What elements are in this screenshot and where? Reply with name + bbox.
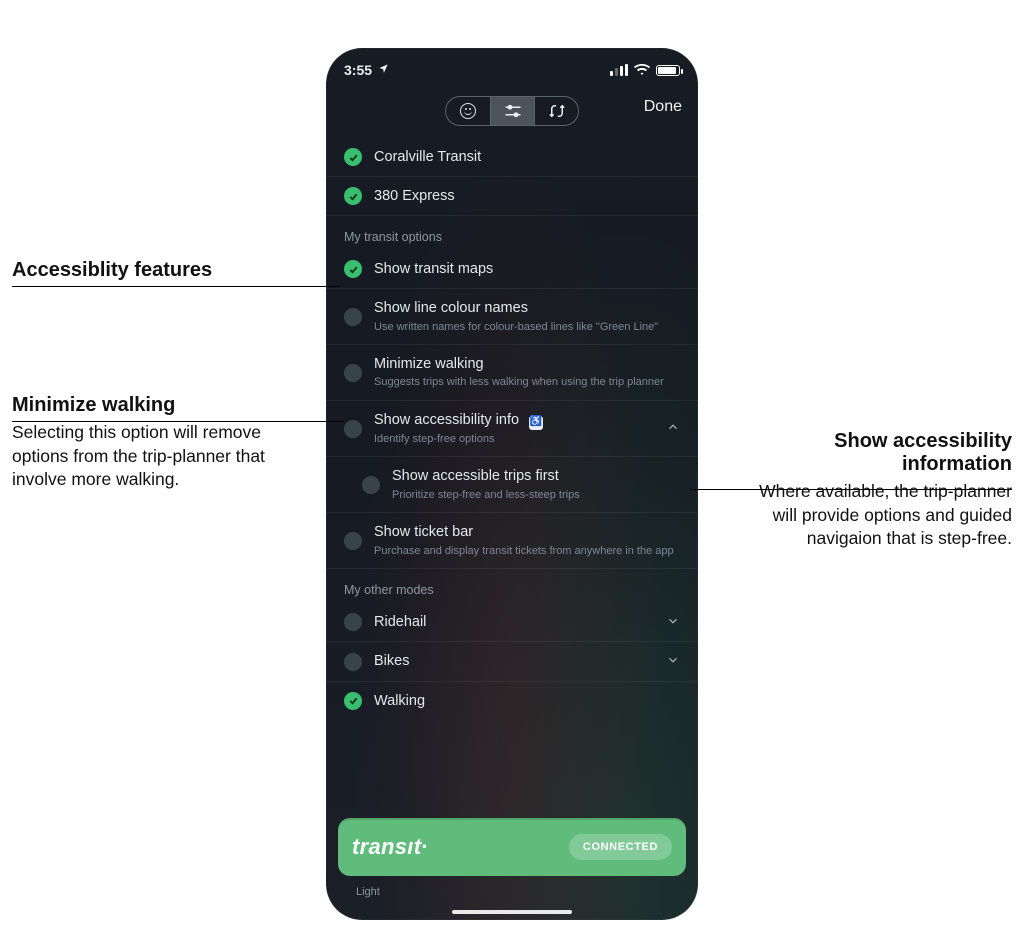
top-row: Done xyxy=(326,92,698,130)
wifi-icon xyxy=(634,64,650,76)
option-title: Show line colour names xyxy=(374,299,658,317)
callout-accessibility-features: Accessiblity features xyxy=(12,259,312,286)
chevron-down-icon[interactable] xyxy=(666,653,680,670)
callout-show-accessibility-info: Show accessibility information Where ava… xyxy=(744,430,1012,551)
brand-text: transıt xyxy=(352,834,421,859)
agency-label: Coralville Transit xyxy=(374,148,481,166)
check-icon xyxy=(344,308,362,326)
option-subtitle: Identify step-free options xyxy=(374,432,543,447)
section-header-other-modes: My other modes xyxy=(326,569,698,603)
option-subtitle: Use written names for colour-based lines… xyxy=(374,320,658,335)
option-title: Show ticket bar xyxy=(374,523,674,541)
check-icon xyxy=(344,420,362,438)
check-icon xyxy=(362,476,380,494)
location-icon xyxy=(378,63,389,77)
phone-frame: 3:55 xyxy=(326,48,698,920)
battery-icon xyxy=(656,65,680,76)
callout-body: Selecting this option will remove option… xyxy=(12,421,312,492)
option-accessible-trips-first[interactable]: Show accessible trips first Prioritize s… xyxy=(326,457,698,513)
seg-tune[interactable] xyxy=(490,97,534,125)
settings-scroll[interactable]: Coralville Transit 380 Express My transi… xyxy=(326,130,698,720)
option-show-accessibility-info[interactable]: Show accessibility info ♿ Identify step-… xyxy=(326,401,698,457)
check-icon xyxy=(344,653,362,671)
callout-minimize-walking: Minimize walking Selecting this option w… xyxy=(12,394,312,492)
option-show-ticket-bar[interactable]: Show ticket bar Purchase and display tra… xyxy=(326,513,698,569)
mood-icon xyxy=(460,103,476,119)
option-subtitle: Suggests trips with less walking when us… xyxy=(374,375,664,390)
under-banner-label: Light xyxy=(356,886,380,898)
agency-label: 380 Express xyxy=(374,187,455,205)
mode-ridehail[interactable]: Ridehail xyxy=(326,603,698,642)
agency-row[interactable]: 380 Express xyxy=(326,177,698,216)
agency-row[interactable]: Coralville Transit xyxy=(326,138,698,177)
check-icon xyxy=(344,532,362,550)
check-icon xyxy=(344,187,362,205)
brand-logo: transıt· xyxy=(352,834,429,860)
signal-icon xyxy=(610,64,628,76)
callout-heading: Minimize walking xyxy=(12,394,312,417)
brand-dot: · xyxy=(421,834,429,859)
done-button[interactable]: Done xyxy=(644,98,682,116)
chevron-down-icon[interactable] xyxy=(666,614,680,631)
chevron-up-icon[interactable] xyxy=(666,420,680,437)
callout-rule xyxy=(690,489,1012,490)
option-title: Show transit maps xyxy=(374,260,493,278)
check-icon xyxy=(344,148,362,166)
status-right xyxy=(610,64,680,76)
callout-rule xyxy=(12,421,344,422)
mode-title: Ridehail xyxy=(374,613,426,631)
option-title: Show accessible trips first xyxy=(392,467,580,485)
status-time: 3:55 xyxy=(344,62,372,78)
option-line-colour-names[interactable]: Show line colour names Use written names… xyxy=(326,289,698,345)
route-icon xyxy=(548,103,566,119)
option-title: Minimize walking xyxy=(374,355,664,373)
callout-heading: Accessiblity features xyxy=(12,259,312,282)
callout-body: Where available, the trip-planner will p… xyxy=(744,480,1012,551)
mode-bikes[interactable]: Bikes xyxy=(326,642,698,681)
connected-pill: CONNECTED xyxy=(569,834,672,860)
wheelchair-badge-icon: ♿ xyxy=(529,416,543,430)
callout-rule xyxy=(12,286,340,287)
mode-title: Bikes xyxy=(374,652,409,670)
seg-route[interactable] xyxy=(534,97,578,125)
check-icon xyxy=(344,692,362,710)
check-icon xyxy=(344,260,362,278)
check-icon xyxy=(344,364,362,382)
mode-title: Walking xyxy=(374,692,425,710)
home-indicator xyxy=(452,910,572,914)
seg-mood[interactable] xyxy=(446,97,490,125)
section-header-transit-options: My transit options xyxy=(326,216,698,250)
sliders-icon xyxy=(504,104,522,118)
option-title: Show accessibility info ♿ xyxy=(374,411,543,429)
option-subtitle: Purchase and display transit tickets fro… xyxy=(374,544,674,559)
check-icon xyxy=(344,613,362,631)
segmented-control xyxy=(445,96,579,126)
mode-walking[interactable]: Walking xyxy=(326,682,698,720)
status-bar: 3:55 xyxy=(326,48,698,82)
option-subtitle: Prioritize step-free and less-steep trip… xyxy=(392,488,580,503)
callout-heading: Show accessibility information xyxy=(744,430,1012,476)
option-show-transit-maps[interactable]: Show transit maps xyxy=(326,250,698,289)
option-minimize-walking[interactable]: Minimize walking Suggests trips with les… xyxy=(326,345,698,401)
option-title-text: Show accessibility info xyxy=(374,412,519,428)
transit-banner[interactable]: transıt· CONNECTED xyxy=(338,818,686,876)
status-left: 3:55 xyxy=(344,62,389,78)
